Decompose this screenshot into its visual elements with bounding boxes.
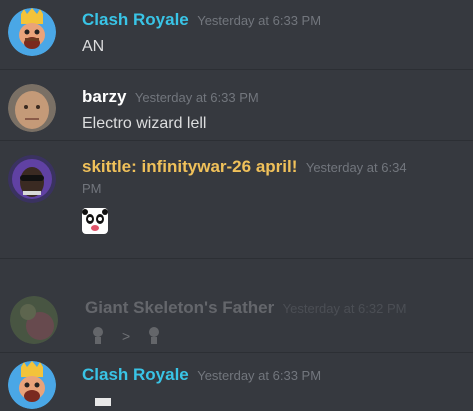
message-item: Clash Royale Yesterday at 6:33 PM xyxy=(0,353,473,409)
timestamp: Yesterday at 6:33 PM xyxy=(197,368,322,383)
skeleton-emoji xyxy=(89,326,107,344)
message-text: AN xyxy=(82,38,105,55)
message-header: Giant Skeleton's Father Yesterday at 6:3… xyxy=(85,298,406,318)
message-text: Electro wizard lell xyxy=(82,115,207,132)
message-divider xyxy=(0,258,473,259)
message-item: barzy Yesterday at 6:33 PM Electro wizar… xyxy=(0,70,473,140)
author-name[interactable]: Clash Royale xyxy=(82,10,189,29)
partial-emoji xyxy=(93,393,113,406)
blurry-avatar[interactable] xyxy=(10,296,58,344)
message-item: Clash Royale Yesterday at 6:33 PM AN xyxy=(0,0,473,69)
author-name[interactable]: Clash Royale xyxy=(82,365,189,384)
sunglasses-man-avatar[interactable] xyxy=(8,155,56,203)
timestamp: Yesterday at 6:33 PM xyxy=(197,13,322,28)
timestamp-continued: PM xyxy=(82,181,102,196)
clash-royale-king-avatar[interactable] xyxy=(8,8,56,56)
timestamp: Yesterday at 6:34 xyxy=(305,160,407,175)
timestamp: Yesterday at 6:32 PM xyxy=(282,301,407,316)
message-item: Giant Skeleton's Father Yesterday at 6:3… xyxy=(0,262,473,350)
message-header: Clash Royale Yesterday at 6:33 PM xyxy=(82,10,321,30)
message-header: Clash Royale Yesterday at 6:33 PM xyxy=(82,365,321,385)
author-name[interactable]: Giant Skeleton's Father xyxy=(85,298,274,317)
skeleton-emoji xyxy=(145,326,163,344)
timestamp: Yesterday at 6:33 PM xyxy=(134,90,259,105)
panda-face-emoji[interactable] xyxy=(82,208,108,234)
message-header: barzy Yesterday at 6:33 PM xyxy=(82,87,259,107)
message-item: skittle: infinitywar-26 april! Yesterday… xyxy=(0,141,473,257)
message-separator: > xyxy=(122,328,131,344)
clash-royale-king-avatar[interactable] xyxy=(8,361,56,409)
author-name[interactable]: skittle: infinitywar-26 april! xyxy=(82,157,297,176)
author-name[interactable]: barzy xyxy=(82,87,126,106)
meme-face-avatar[interactable] xyxy=(8,84,56,132)
message-header: skittle: infinitywar-26 april! Yesterday… xyxy=(82,157,407,177)
